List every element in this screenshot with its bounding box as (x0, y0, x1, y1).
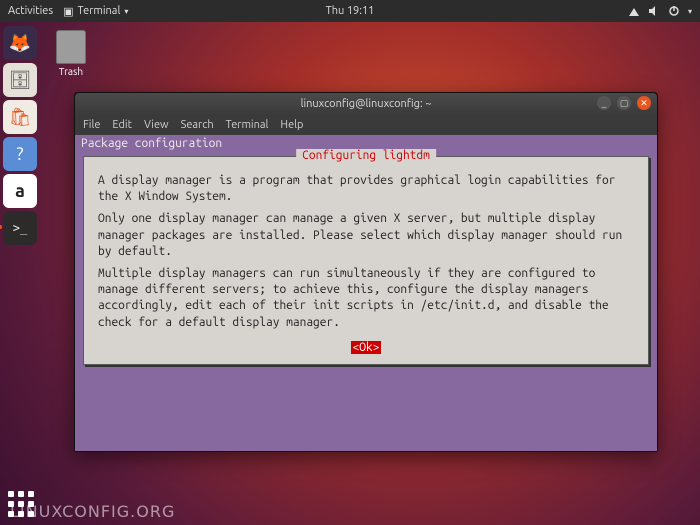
network-icon (628, 5, 640, 17)
running-indicator-icon (0, 225, 2, 229)
ok-button[interactable]: <Ok> (351, 341, 382, 354)
top-bar: Activities ▣ Terminal ▾ Thu 19:11 ▾ (0, 0, 700, 22)
chevron-down-icon: ▾ (124, 7, 128, 16)
app-menu[interactable]: ▣ Terminal ▾ (63, 5, 128, 18)
window-maximize-button[interactable]: ▢ (617, 96, 631, 110)
menu-help[interactable]: Help (280, 119, 303, 131)
dialog-text: A display manager is a program that prov… (98, 173, 634, 205)
amazon-icon: a (15, 181, 25, 201)
clock[interactable]: Thu 19:11 (326, 5, 375, 17)
menu-edit[interactable]: Edit (112, 119, 132, 131)
window-close-button[interactable]: ✕ (637, 96, 651, 110)
menu-view[interactable]: View (144, 119, 169, 131)
volume-icon (648, 5, 660, 17)
software-icon: 🛍 (9, 107, 32, 128)
dock-item-firefox[interactable]: 🦊 (3, 26, 37, 60)
window-minimize-button[interactable]: _ (597, 96, 611, 110)
trash-icon (56, 30, 86, 64)
launcher-dock: 🦊 🗄 🛍 ? a (3, 26, 37, 245)
power-icon (668, 5, 680, 17)
dock-item-terminal[interactable] (3, 211, 37, 245)
firefox-icon: 🦊 (9, 33, 31, 54)
window-title: linuxconfig@linuxconfig: ~ (301, 98, 432, 110)
menu-search[interactable]: Search (181, 119, 214, 131)
terminal-window: linuxconfig@linuxconfig: ~ _ ▢ ✕ File Ed… (74, 92, 658, 452)
dialog-title: Configuring lightdm (296, 149, 436, 162)
help-icon: ? (16, 144, 23, 164)
terminal-menubar: File Edit View Search Terminal Help (75, 115, 657, 135)
terminal-body: Package configuration Configuring lightd… (75, 135, 657, 451)
dock-item-files[interactable]: 🗄 (3, 63, 37, 97)
config-dialog: Configuring lightdm A display manager is… (83, 156, 649, 365)
activities-button[interactable]: Activities (8, 5, 53, 17)
trash-desktop-icon[interactable]: Trash (56, 30, 86, 77)
status-area[interactable]: ▾ (628, 5, 692, 17)
chevron-down-icon: ▾ (688, 7, 692, 16)
trash-label: Trash (56, 66, 86, 77)
dock-item-help[interactable]: ? (3, 137, 37, 171)
dialog-text: Multiple display managers can run simult… (98, 266, 634, 331)
menu-file[interactable]: File (83, 119, 100, 131)
watermark: LINUXCONFIG.ORG (10, 502, 175, 521)
app-menu-label: Terminal (78, 5, 121, 17)
terminal-icon: ▣ (63, 5, 73, 18)
dock-item-amazon[interactable]: a (3, 174, 37, 208)
window-titlebar[interactable]: linuxconfig@linuxconfig: ~ _ ▢ ✕ (75, 93, 657, 115)
dialog-text: Only one display manager can manage a gi… (98, 211, 634, 260)
dock-item-software[interactable]: 🛍 (3, 100, 37, 134)
files-icon: 🗄 (9, 70, 32, 91)
menu-terminal[interactable]: Terminal (226, 119, 269, 131)
